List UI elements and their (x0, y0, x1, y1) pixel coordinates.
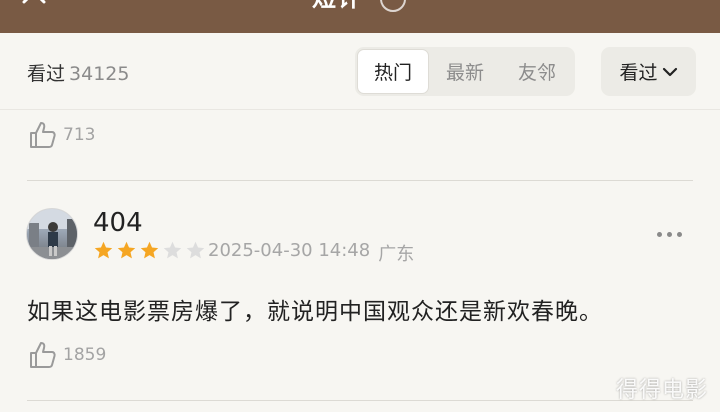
sort-segmented-control: 热门 最新 友邻 (355, 47, 575, 96)
star-filled-icon (94, 241, 113, 259)
tab-latest[interactable]: 最新 (429, 49, 501, 94)
avatar[interactable] (26, 208, 78, 260)
username[interactable]: 404 (93, 208, 143, 238)
watched-count-label: 看过 (27, 63, 66, 85)
thumbs-up-icon (30, 342, 56, 368)
like-button[interactable]: 713 (27, 120, 95, 150)
star-rating (93, 240, 206, 261)
star-filled-icon (140, 241, 159, 259)
star-empty-icon (186, 241, 205, 259)
watched-count: 看过 34125 (27, 59, 129, 86)
status-dropdown-label: 看过 (619, 62, 658, 84)
like-count: 1859 (63, 345, 107, 365)
info-icon[interactable] (380, 0, 406, 12)
divider (27, 180, 693, 181)
review-content: 如果这电影票房爆了，就说明中国观众还是新欢春晚。 (27, 299, 603, 325)
star-filled-icon (117, 241, 136, 259)
status-dropdown[interactable]: 看过 (601, 47, 696, 96)
avatar-image (27, 209, 77, 259)
thumbs-up-icon (30, 122, 56, 148)
divider (27, 400, 693, 401)
more-options-icon[interactable] (657, 226, 687, 242)
like-count: 713 (63, 125, 96, 145)
tab-friends[interactable]: 友邻 (501, 49, 573, 94)
like-button[interactable]: 1859 (27, 340, 106, 370)
chevron-down-icon (662, 67, 677, 76)
close-icon[interactable] (18, 0, 54, 10)
review-datetime: 2025-04-30 14:48 (208, 240, 371, 261)
star-empty-icon (163, 241, 182, 259)
review-location: 广东 (378, 244, 415, 265)
top-nav-bar: 短评 (0, 0, 720, 33)
page-title: 短评 (312, 0, 364, 13)
filter-bar: 看过 34125 热门 最新 友邻 看过 (0, 33, 720, 110)
watermark: 得得电影 (616, 378, 709, 403)
watched-count-value: 34125 (69, 63, 130, 85)
review-meta: 2025-04-30 14:48 广东 (208, 240, 414, 266)
tab-hot[interactable]: 热门 (357, 49, 429, 94)
